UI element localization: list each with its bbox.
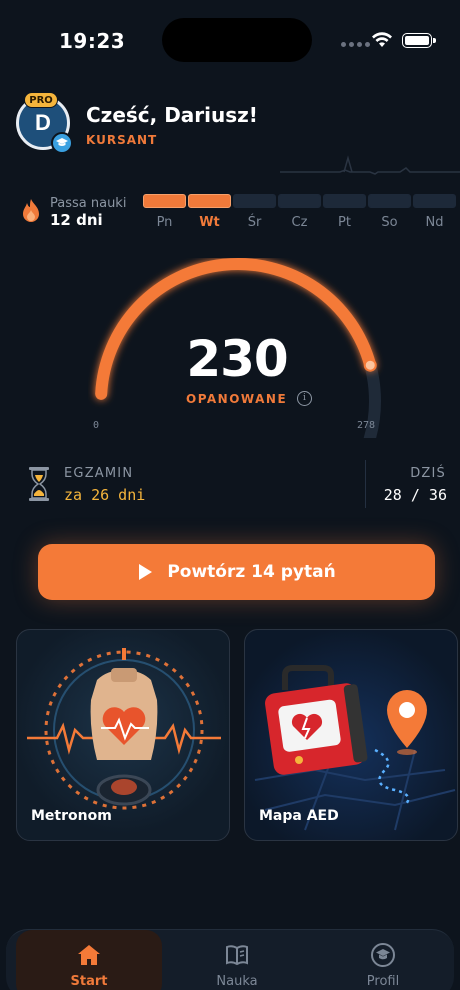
tab-start-label: Start	[70, 974, 108, 989]
home-icon	[78, 945, 100, 965]
profile-graduation-icon	[371, 943, 395, 967]
week-progress: Pn Wt Śr Cz Pt So Nd	[143, 194, 456, 230]
review-questions-button[interactable]: Powtórz 14 pytań	[38, 544, 435, 600]
wifi-icon	[372, 32, 392, 47]
pro-badge: PRO	[24, 92, 58, 108]
cellular-signal-icon	[341, 42, 370, 47]
gauge-min: 0	[93, 420, 100, 431]
mastered-label: OPANOWANE	[186, 392, 288, 406]
status-time: 19:23	[59, 29, 126, 53]
mastered-count: 230	[186, 330, 288, 388]
battery-icon	[402, 33, 436, 48]
day-tue: Wt	[188, 194, 231, 230]
today-label: DZIŚ	[410, 466, 446, 481]
day-sun: Nd	[413, 194, 456, 230]
exam-label: EGZAMIN	[64, 466, 134, 481]
play-icon	[139, 564, 153, 580]
avatar-initial: D	[35, 110, 51, 135]
today-progress: 28 / 36	[383, 486, 447, 504]
bottom-navigation: Start Nauka Profil	[6, 929, 454, 990]
day-sat: So	[368, 194, 411, 230]
day-mon: Pn	[143, 194, 186, 230]
review-button-label: Powtórz 14 pytań	[167, 562, 336, 582]
streak-value: 12 dni	[50, 211, 103, 229]
tab-nauka-label: Nauka	[216, 974, 258, 989]
tab-nauka[interactable]: Nauka	[164, 930, 310, 990]
tab-profil[interactable]: Profil	[310, 930, 456, 990]
metronom-title: Metronom	[31, 808, 112, 824]
hourglass-icon	[29, 467, 49, 501]
aed-map-title: Mapa AED	[259, 808, 339, 824]
gauge-max: 278	[357, 420, 376, 431]
day-thu: Cz	[278, 194, 321, 230]
divider	[365, 460, 366, 508]
fire-icon	[23, 199, 39, 222]
aed-map-card[interactable]: Mapa AED	[244, 629, 458, 841]
exam-countdown: za 26 dni	[64, 486, 146, 504]
role-label: KURSANT	[86, 133, 158, 147]
metronom-card[interactable]: Metronom	[16, 629, 230, 841]
book-icon	[226, 945, 248, 966]
graduation-cap-icon	[51, 132, 73, 154]
day-wed: Śr	[233, 194, 276, 230]
status-bar: 19:23	[0, 0, 460, 80]
tab-start[interactable]: Start	[16, 930, 162, 990]
dynamic-island	[162, 18, 312, 62]
day-fri: Pt	[323, 194, 366, 230]
tab-profil-label: Profil	[366, 974, 400, 989]
greeting-title: Cześć, Dariusz!	[86, 103, 258, 127]
streak-label: Passa nauki	[50, 196, 127, 211]
pulse-line-decoration	[280, 155, 460, 175]
info-icon[interactable]: i	[297, 391, 312, 406]
